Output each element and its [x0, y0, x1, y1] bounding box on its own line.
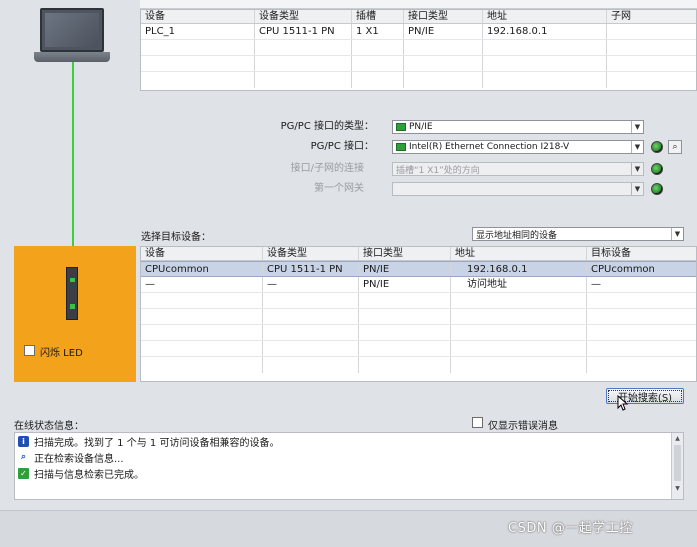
flash-led-label: 闪烁 LED	[40, 348, 83, 359]
watermark-text: CSDN @一起学工控	[508, 521, 633, 536]
col-address: 地址	[483, 10, 607, 23]
col-target-device: 目标设备	[591, 248, 631, 259]
mouse-cursor-icon	[617, 395, 629, 411]
pc-laptop-icon	[40, 8, 104, 52]
table-row	[141, 341, 696, 357]
chevron-down-icon: ▼	[671, 228, 683, 240]
status-message: 正在检索设备信息...	[34, 453, 124, 465]
cell-interface-type: PN/IE	[359, 277, 451, 292]
info-icon: i	[18, 435, 29, 447]
table-header: 设备 设备类型 接口类型 地址 目标设备	[141, 247, 696, 261]
col-device-type: 设备类型	[263, 247, 359, 260]
cell-device: CPUcommon	[141, 262, 263, 276]
cell-device: —	[141, 277, 263, 292]
col-interface-type: 接口类型	[359, 247, 451, 260]
cell-device-type: CPU 1511-1 PN	[263, 262, 359, 276]
subnet-connection-select[interactable]: 插槽“1 X1”处的方向 ▼	[392, 162, 644, 176]
connection-line	[72, 62, 74, 267]
top-tab-strip	[140, 0, 697, 9]
cell-target-device: CPUcommon	[591, 264, 655, 275]
cell-address: 192.168.0.1	[451, 262, 587, 276]
table-row	[141, 325, 696, 341]
check-icon: ✓	[18, 467, 29, 479]
scroll-down-icon[interactable]: ▼	[672, 483, 683, 493]
status-message: 扫描完成。找到了 1 个与 1 可访问设备相兼容的设备。	[34, 437, 280, 449]
cell-interface-type: PN/IE	[359, 262, 451, 276]
col-device: 设备	[141, 247, 263, 260]
interface-select[interactable]: Intel(R) Ethernet Connection I218-V ▼	[392, 140, 644, 154]
col-address: 地址	[451, 247, 587, 260]
cell-device-type: CPU 1511-1 PN	[255, 24, 352, 39]
table-row	[141, 56, 696, 72]
table-row	[141, 40, 696, 56]
table-row[interactable]: — — PN/IE 访问地址 —	[141, 277, 696, 293]
table-row	[141, 72, 696, 88]
target-filter-select[interactable]: 显示地址相同的设备 ▼	[472, 227, 684, 241]
status-message: 扫描与信息检索已完成。	[34, 469, 144, 481]
gateway-status-icon	[651, 183, 663, 195]
table-header: 设备 设备类型 插槽 接口类型 地址 子网	[141, 10, 696, 24]
cell-subnet	[607, 24, 696, 39]
configured-devices-table: 设备 设备类型 插槽 接口类型 地址 子网 PLC_1 CPU 1511-1 P…	[140, 9, 697, 91]
interface-type-label: PG/PC 接口的类型：	[280, 121, 374, 132]
subnet-status-icon	[651, 163, 663, 175]
list-item: i 扫描完成。找到了 1 个与 1 可访问设备相兼容的设备。	[15, 433, 683, 449]
table-row	[141, 293, 696, 309]
flash-led-checkbox[interactable]	[24, 345, 35, 356]
subnet-connection-label: 接口/子网的连接	[290, 163, 364, 174]
ethernet-adapter-icon	[396, 143, 406, 151]
table-row	[141, 357, 696, 373]
chevron-down-icon: ▼	[631, 121, 643, 133]
search-icon: ⌕	[672, 142, 678, 152]
search-progress-icon: ⌕	[20, 452, 27, 462]
interface-properties-button[interactable]: ⌕	[668, 140, 682, 154]
errors-only-checkbox[interactable]	[472, 417, 483, 428]
chevron-down-icon: ▼	[631, 163, 643, 175]
cell-device: PLC_1	[141, 24, 255, 39]
interface-value: Intel(R) Ethernet Connection I218-V	[409, 142, 570, 152]
first-gateway-label: 第一个网关	[314, 183, 364, 194]
target-devices-table: 设备 设备类型 接口类型 地址 目标设备 CPUcommon CPU 1511-…	[140, 246, 697, 382]
cell-slot: 1 X1	[352, 24, 404, 39]
scroll-thumb[interactable]	[674, 445, 681, 481]
subnet-connection-value: 插槽“1 X1”处的方向	[396, 165, 480, 176]
first-gateway-select[interactable]: ▼	[392, 182, 644, 196]
select-target-label: 选择目标设备：	[141, 232, 211, 243]
status-scrollbar[interactable]: ▲ ▼	[671, 433, 683, 499]
interface-type-select[interactable]: PN/IE ▼	[392, 120, 644, 134]
pc-laptop-base	[34, 52, 110, 62]
table-row[interactable]: PLC_1 CPU 1511-1 PN 1 X1 PN/IE 192.168.0…	[141, 24, 696, 40]
cell-interface-type: PN/IE	[404, 24, 483, 39]
target-device-panel: 闪烁 LED	[14, 246, 136, 382]
cell-device-type: —	[263, 277, 359, 292]
list-item: ✓ 扫描与信息检索已完成。	[15, 465, 683, 481]
table-row[interactable]: CPUcommon CPU 1511-1 PN PN/IE 192.168.0.…	[141, 261, 696, 277]
list-item: ⌕ 正在检索设备信息...	[15, 449, 683, 465]
cell-target-device: —	[591, 279, 601, 290]
col-interface-type: 接口类型	[404, 10, 483, 23]
col-device: 设备	[141, 10, 255, 23]
status-message-list: i 扫描完成。找到了 1 个与 1 可访问设备相兼容的设备。 ⌕ 正在检索设备信…	[14, 432, 684, 500]
cell-address: 访问地址	[451, 277, 587, 292]
chevron-down-icon: ▼	[631, 141, 643, 153]
table-row	[141, 309, 696, 325]
scroll-up-icon[interactable]: ▲	[672, 433, 683, 443]
chevron-down-icon: ▼	[631, 183, 643, 195]
interface-label: PG/PC 接口：	[310, 141, 374, 152]
col-subnet: 子网	[611, 11, 631, 22]
interface-type-value: PN/IE	[409, 122, 433, 132]
cell-address: 192.168.0.1	[483, 24, 607, 39]
errors-only-label: 仅显示错误消息	[488, 421, 558, 432]
target-filter-value: 显示地址相同的设备	[476, 230, 558, 241]
col-slot: 插槽	[352, 10, 404, 23]
plc-device-icon	[66, 267, 78, 320]
col-device-type: 设备类型	[255, 10, 352, 23]
online-status-label: 在线状态信息：	[14, 421, 84, 432]
network-icon	[396, 123, 406, 131]
connection-status-icon	[651, 141, 663, 153]
